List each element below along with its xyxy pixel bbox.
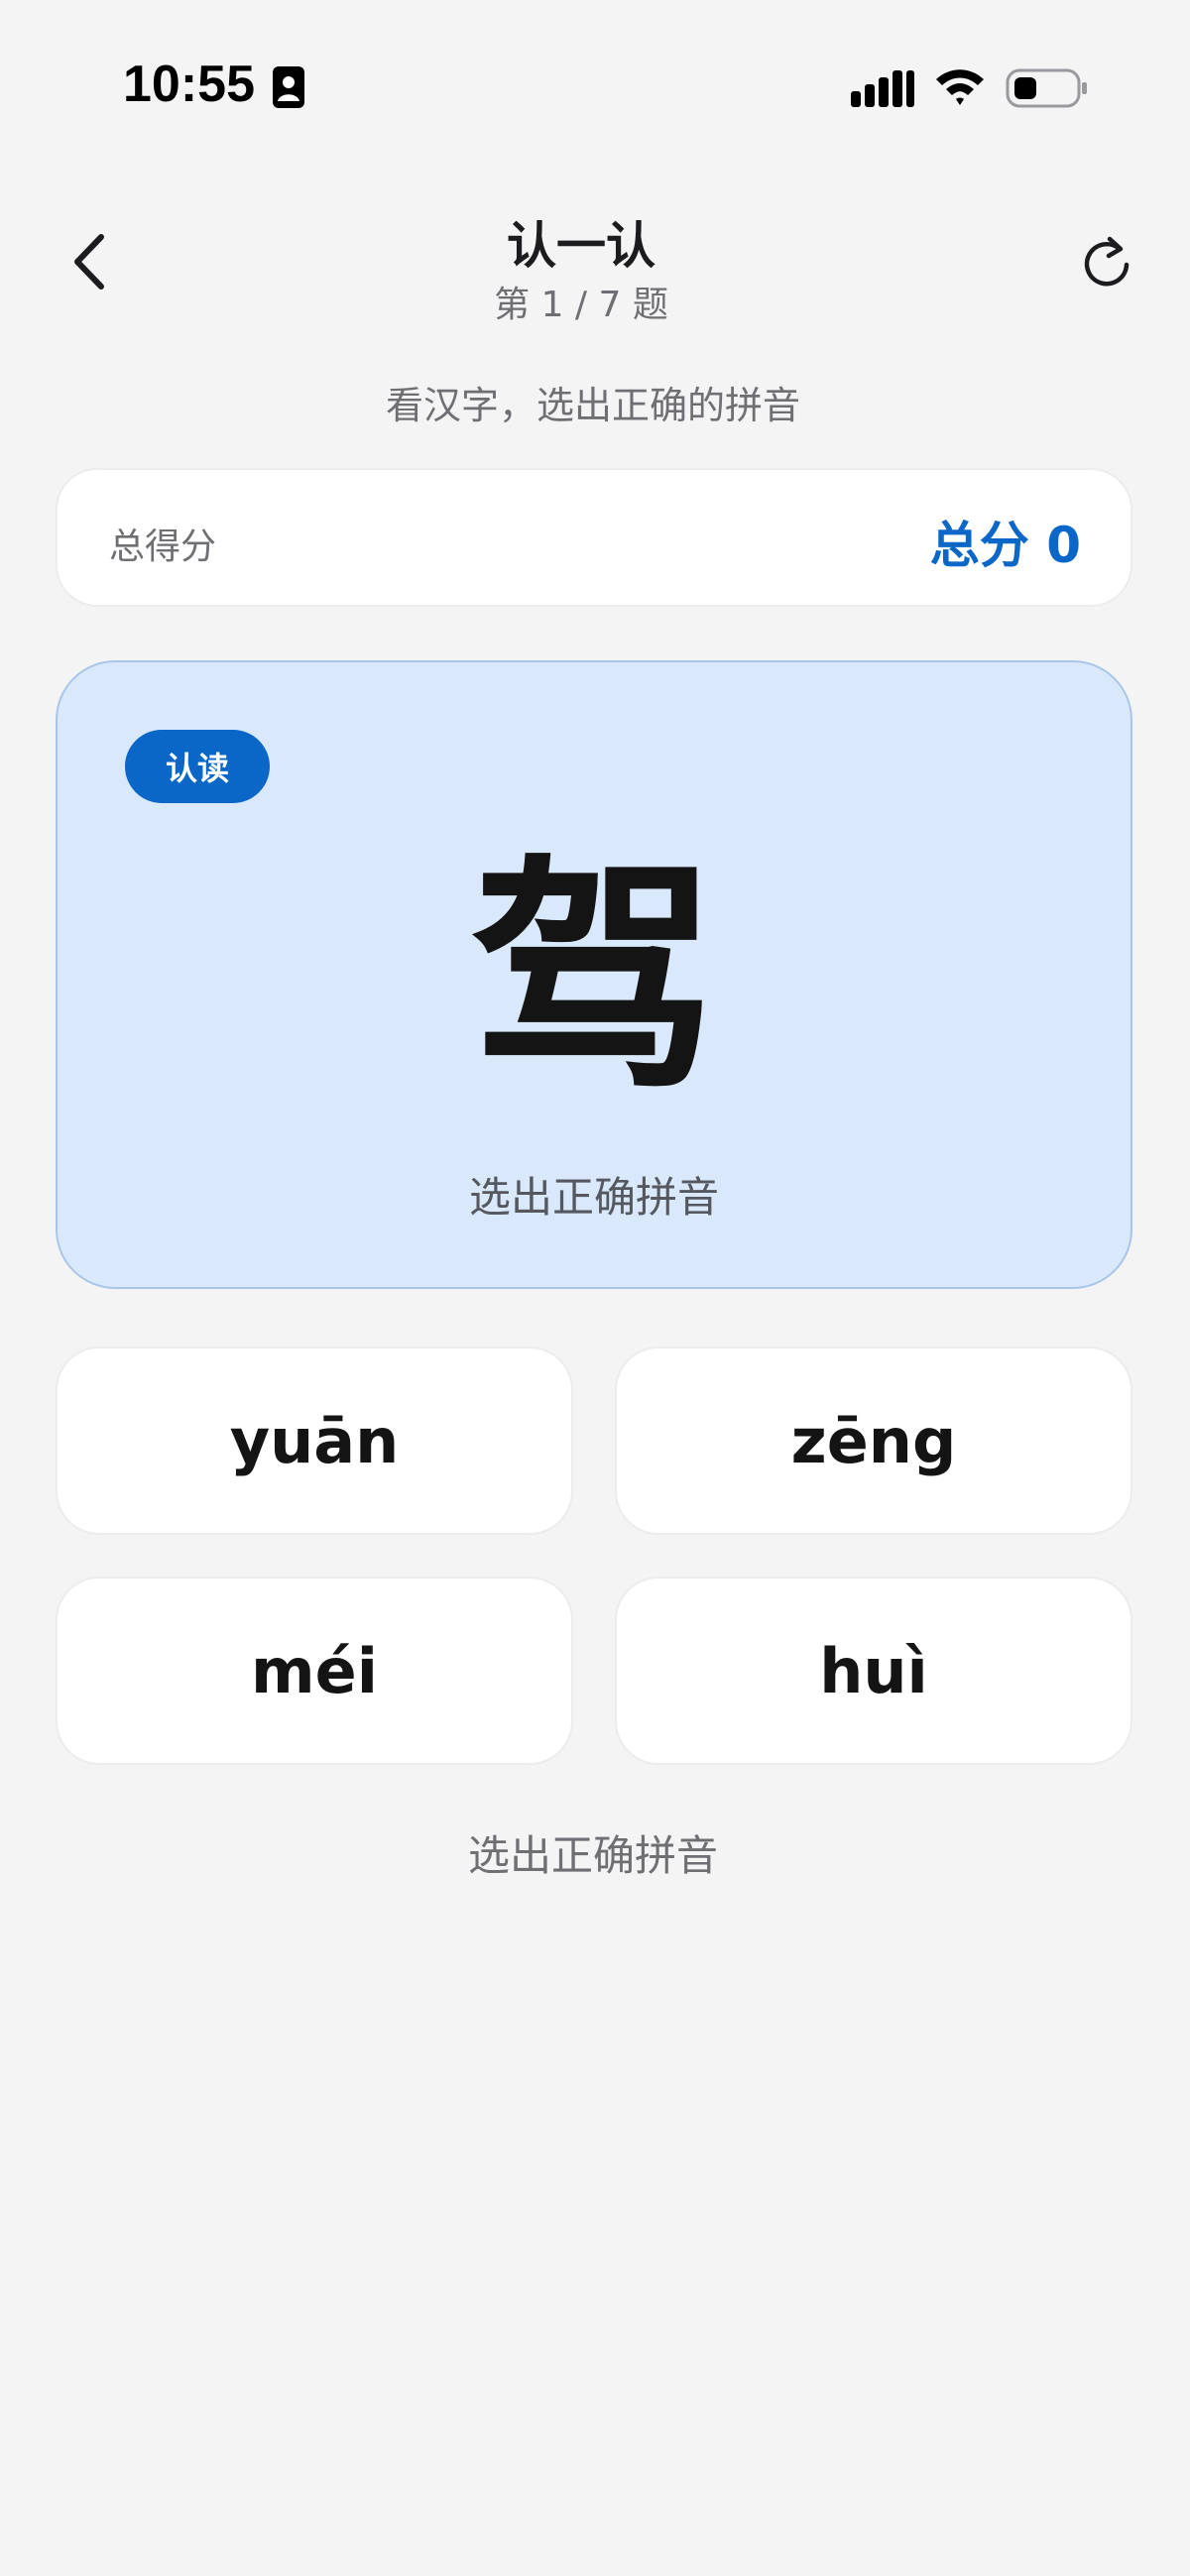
page-title: 认一认	[507, 217, 655, 275]
instruction-text: 看汉字，选出正确的拼音	[385, 384, 800, 427]
wifi-icon	[936, 69, 984, 105]
question-character: 驾	[470, 835, 718, 1123]
score-label: 总得分	[109, 527, 217, 567]
battery-icon	[1006, 68, 1087, 108]
refresh-button[interactable]	[1075, 228, 1138, 295]
score-value: 总分 0	[929, 517, 1081, 574]
option-button[interactable]: zēng	[615, 1347, 1132, 1535]
status-time: 10:55	[123, 56, 255, 113]
refresh-icon	[1084, 236, 1130, 287]
question-card: 认读 驾 选出正确拼音	[56, 660, 1132, 1289]
score-card: 总得分 总分 0	[56, 468, 1132, 607]
id-card-icon	[273, 66, 304, 108]
question-progress: 第 1 / 7 题	[494, 285, 668, 325]
signal-icon	[851, 70, 914, 107]
option-button[interactable]: méi	[56, 1577, 573, 1765]
quiz-screen: 10:55 认一认 第 1 / 7 题 看汉字，选出正确的拼音 总得分 总分 0…	[0, 0, 1190, 2576]
question-type-badge: 认读	[125, 730, 270, 803]
option-button[interactable]: yuān	[56, 1347, 573, 1535]
footer-hint: 选出正确拼音	[467, 1831, 718, 1880]
question-hint: 选出正确拼音	[468, 1173, 719, 1222]
option-button[interactable]: huì	[615, 1577, 1132, 1765]
